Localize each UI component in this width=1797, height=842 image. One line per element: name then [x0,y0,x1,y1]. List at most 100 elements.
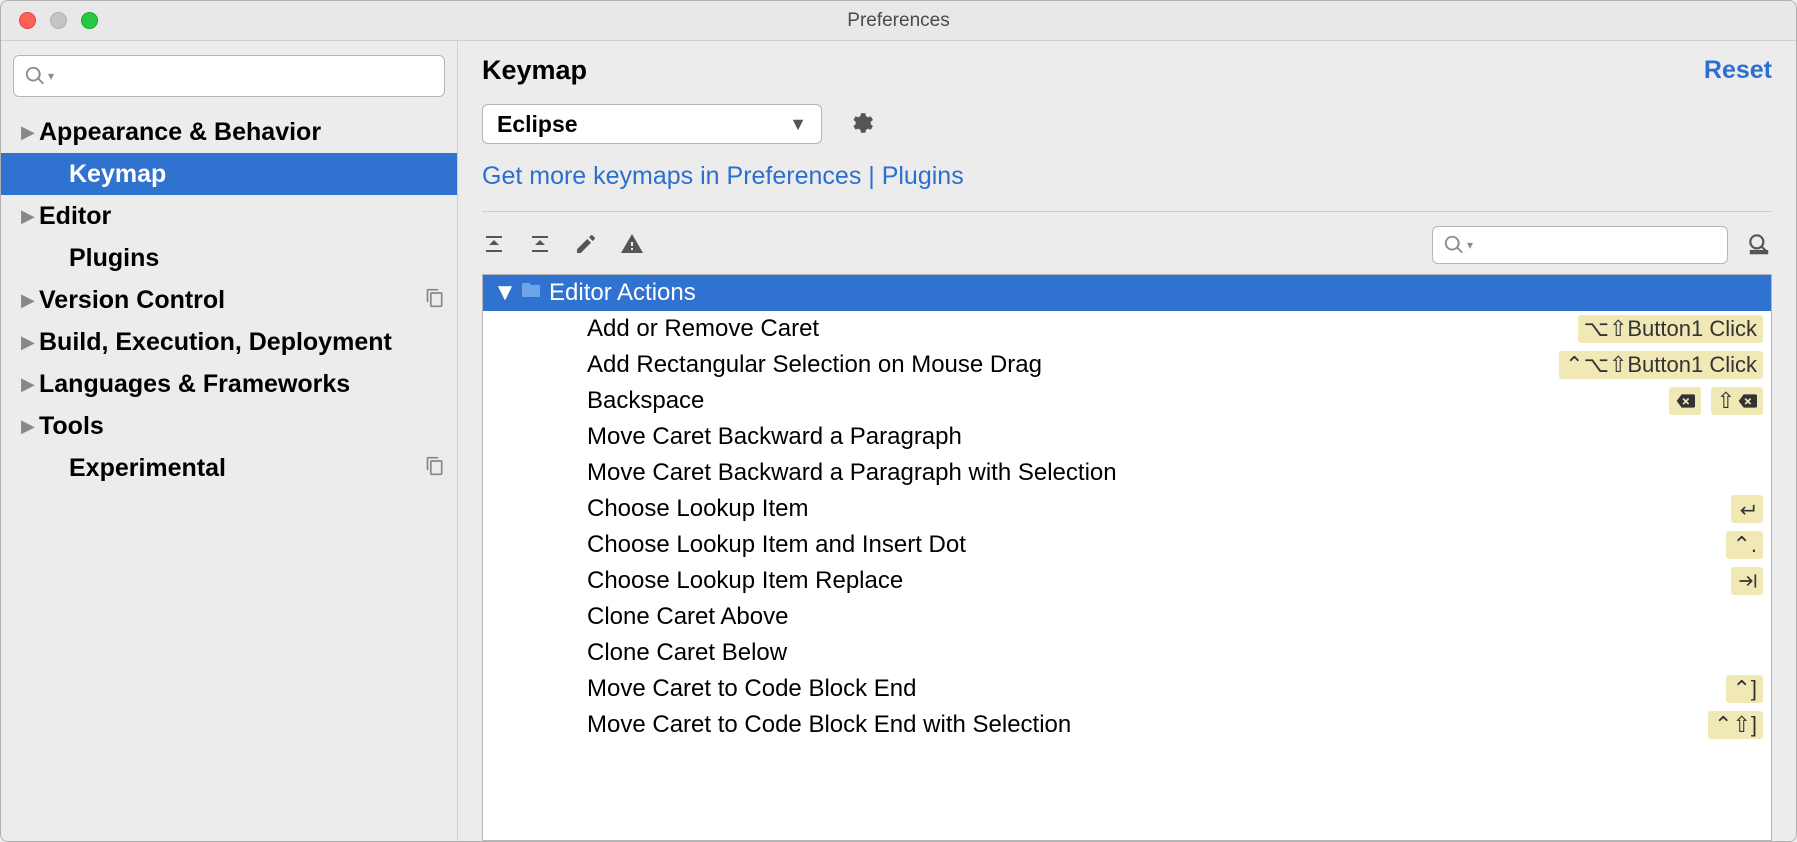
action-row[interactable]: Move Caret to Code Block End⌃] [483,671,1771,707]
keymap-select[interactable]: Eclipse ▼ [482,104,822,144]
action-label: Add or Remove Caret [587,315,1578,343]
sidebar-item-label: Experimental [69,454,425,483]
action-label: Clone Caret Below [587,639,1763,667]
sidebar-item-label: Editor [39,202,445,231]
window-zoom-button[interactable] [81,12,98,29]
disclosure-triangle-icon: ▶ [21,122,39,143]
sidebar-search-field[interactable] [54,65,434,88]
sidebar-item-languages-frameworks[interactable]: ▶Languages & Frameworks [1,363,457,405]
action-label: Choose Lookup Item and Insert Dot [587,531,1726,559]
expand-all-icon[interactable] [482,232,506,259]
action-shortcuts: ⌃⌥⇧Button1 Click [1559,351,1763,379]
sidebar-item-label: Version Control [39,286,425,315]
shortcut-badge: ⌃⌥⇧Button1 Click [1559,351,1763,379]
shortcut-badge: ⇧ [1711,387,1763,415]
action-row[interactable]: Clone Caret Below [483,635,1771,671]
shortcut-badge [1731,567,1763,595]
sidebar-item-label: Appearance & Behavior [39,118,445,147]
shortcut-badge [1731,495,1763,523]
sidebar: ▾ ▶Appearance & BehaviorKeymap▶EditorPlu… [1,41,458,841]
shortcut-badge [1669,387,1701,415]
sidebar-item-label: Tools [39,412,445,441]
toolbar-left [482,232,644,259]
action-label: Move Caret Backward a Paragraph [587,423,1763,451]
actions-toolbar: ▾ [482,226,1772,264]
action-shortcuts: ⌃. [1726,531,1763,559]
preferences-window: Preferences ▾ ▶Appearance & BehaviorKeym… [0,0,1797,842]
action-label: Move Caret to Code Block End [587,675,1726,703]
body: ▾ ▶Appearance & BehaviorKeymap▶EditorPlu… [1,41,1796,841]
chevron-down-icon: ▾ [1467,238,1473,252]
action-label: Backspace [587,387,1669,415]
shortcut-badge: ⌃] [1726,675,1763,703]
disclosure-triangle-icon: ▶ [21,416,39,437]
chevron-down-icon: ▼ [789,114,807,135]
sidebar-item-label: Keymap [69,160,445,189]
toolbar-right: ▾ [1432,226,1772,264]
action-shortcuts: ⇧ [1669,387,1763,415]
action-row[interactable]: Move Caret Backward a Paragraph [483,419,1771,455]
disclosure-triangle-icon: ▶ [21,206,39,227]
content-panel: Keymap Reset Eclipse ▼ Get more keymaps … [458,41,1796,841]
folder-icon [519,278,543,309]
find-by-shortcut-icon[interactable] [1746,231,1772,260]
sidebar-list: ▶Appearance & BehaviorKeymap▶EditorPlugi… [1,111,457,489]
copy-icon [425,454,445,483]
disclosure-triangle-icon[interactable]: ▼ [491,279,519,307]
disclosure-triangle-icon: ▶ [21,332,39,353]
sidebar-search-input[interactable]: ▾ [13,55,445,97]
action-row[interactable]: Backspace ⇧ [483,383,1771,419]
divider [482,211,1772,212]
action-row[interactable]: Clone Caret Above [483,599,1771,635]
content-header: Keymap Reset [482,55,1772,86]
tree-group-editor-actions[interactable]: ▼ Editor Actions [483,275,1771,311]
sidebar-item-label: Build, Execution, Deployment [39,328,445,357]
action-row[interactable]: Add Rectangular Selection on Mouse Drag⌃… [483,347,1771,383]
sidebar-item-keymap[interactable]: Keymap [1,153,457,195]
action-row[interactable]: Add or Remove Caret⌥⇧Button1 Click [483,311,1771,347]
titlebar: Preferences [1,1,1796,41]
collapse-all-icon[interactable] [528,232,552,259]
sidebar-item-tools[interactable]: ▶Tools [1,405,457,447]
edit-icon[interactable] [574,232,598,259]
reset-link[interactable]: Reset [1704,56,1772,85]
sidebar-item-label: Plugins [69,244,445,273]
gear-icon[interactable] [848,110,874,139]
sidebar-item-build-execution-deployment[interactable]: ▶Build, Execution, Deployment [1,321,457,363]
action-label: Choose Lookup Item [587,495,1731,523]
action-label: Clone Caret Above [587,603,1763,631]
sidebar-item-plugins[interactable]: Plugins [1,237,457,279]
sidebar-search-wrap: ▾ [1,41,457,111]
sidebar-item-experimental[interactable]: Experimental [1,447,457,489]
action-shortcuts: ⌥⇧Button1 Click [1578,315,1763,343]
search-icon [1443,234,1465,256]
panel-title: Keymap [482,55,587,86]
action-row[interactable]: Choose Lookup Item and Insert Dot⌃. [483,527,1771,563]
window-minimize-button[interactable] [50,12,67,29]
action-row[interactable]: Move Caret to Code Block End with Select… [483,707,1771,743]
actions-tree[interactable]: ▼ Editor Actions Add or Remove Caret⌥⇧Bu… [482,274,1772,841]
window-close-button[interactable] [19,12,36,29]
sidebar-item-editor[interactable]: ▶Editor [1,195,457,237]
sidebar-item-version-control[interactable]: ▶Version Control [1,279,457,321]
action-row[interactable]: Choose Lookup Item [483,491,1771,527]
group-label: Editor Actions [549,279,696,307]
shortcut-badge: ⌃. [1726,531,1763,559]
action-shortcuts: ⌃⇧] [1708,711,1763,739]
action-label: Move Caret to Code Block End with Select… [587,711,1708,739]
action-label: Choose Lookup Item Replace [587,567,1731,595]
more-keymaps-link[interactable]: Get more keymaps in Preferences | Plugin… [482,162,1772,191]
search-icon [24,65,46,87]
disclosure-triangle-icon: ▶ [21,374,39,395]
action-row[interactable]: Choose Lookup Item Replace [483,563,1771,599]
sidebar-item-appearance-behavior[interactable]: ▶Appearance & Behavior [1,111,457,153]
action-label: Add Rectangular Selection on Mouse Drag [587,351,1559,379]
actions-search-input[interactable]: ▾ [1432,226,1728,264]
window-title: Preferences [847,10,949,32]
warning-icon[interactable] [620,232,644,259]
keymap-selector-row: Eclipse ▼ [482,104,1772,144]
copy-icon [425,286,445,315]
disclosure-triangle-icon: ▶ [21,290,39,311]
action-row[interactable]: Move Caret Backward a Paragraph with Sel… [483,455,1771,491]
action-shortcuts [1731,567,1763,595]
